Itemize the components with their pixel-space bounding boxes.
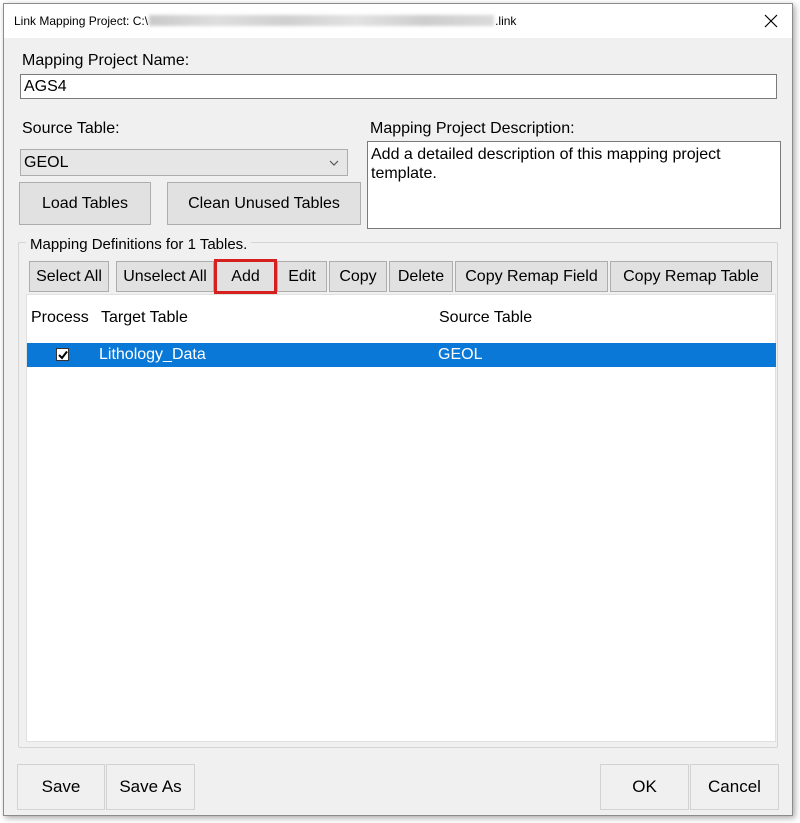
checkmark-icon (58, 350, 68, 360)
source-table-label: Source Table: (22, 120, 120, 137)
description-textarea[interactable]: Add a detailed description of this mappi… (367, 141, 781, 229)
link-mapping-dialog: Link Mapping Project: C:\ .link Mapping P… (3, 3, 793, 816)
select-all-button[interactable]: Select All (29, 261, 109, 292)
load-tables-button[interactable]: Load Tables (19, 182, 151, 225)
chevron-down-icon (329, 160, 339, 166)
save-button[interactable]: Save (17, 764, 105, 810)
copy-remap-field-button[interactable]: Copy Remap Field (455, 261, 608, 292)
source-table-value: GEOL (24, 154, 69, 171)
copy-button[interactable]: Copy (329, 261, 387, 292)
mapping-definitions-list[interactable]: Process Target Table Source Table Lithol… (26, 294, 776, 742)
close-button[interactable] (758, 8, 784, 34)
row-target-table: Lithology_Data (99, 346, 206, 363)
project-name-label: Mapping Project Name: (22, 52, 190, 69)
redacted-path (149, 15, 495, 26)
column-header-target-table[interactable]: Target Table (101, 309, 188, 327)
ok-button[interactable]: OK (600, 764, 689, 810)
title-bar: Link Mapping Project: C:\ .link (4, 4, 792, 38)
table-row[interactable]: Lithology_Data GEOL (27, 343, 776, 367)
save-as-button[interactable]: Save As (106, 764, 195, 810)
window-title-suffix: .link (495, 14, 517, 28)
row-source-table: GEOL (438, 346, 483, 363)
copy-remap-table-button[interactable]: Copy Remap Table (610, 261, 772, 292)
unselect-all-button[interactable]: Unselect All (116, 261, 214, 292)
mapping-definitions-title: Mapping Definitions for 1 Tables. (26, 236, 252, 253)
description-label: Mapping Project Description: (370, 120, 575, 137)
delete-button[interactable]: Delete (389, 261, 453, 292)
process-checkbox[interactable] (56, 348, 69, 361)
column-header-source-table[interactable]: Source Table (439, 309, 532, 327)
clean-unused-tables-button[interactable]: Clean Unused Tables (167, 182, 361, 225)
window-title-prefix: Link Mapping Project: C:\ (14, 14, 149, 28)
add-button[interactable]: Add (214, 259, 277, 294)
window-title: Link Mapping Project: C:\ .link (14, 14, 516, 28)
cancel-button[interactable]: Cancel (690, 764, 779, 810)
project-name-input[interactable] (20, 74, 777, 99)
close-icon (764, 14, 778, 28)
source-table-dropdown[interactable]: GEOL (20, 149, 348, 176)
edit-button[interactable]: Edit (277, 261, 327, 292)
column-header-process[interactable]: Process (31, 309, 89, 327)
